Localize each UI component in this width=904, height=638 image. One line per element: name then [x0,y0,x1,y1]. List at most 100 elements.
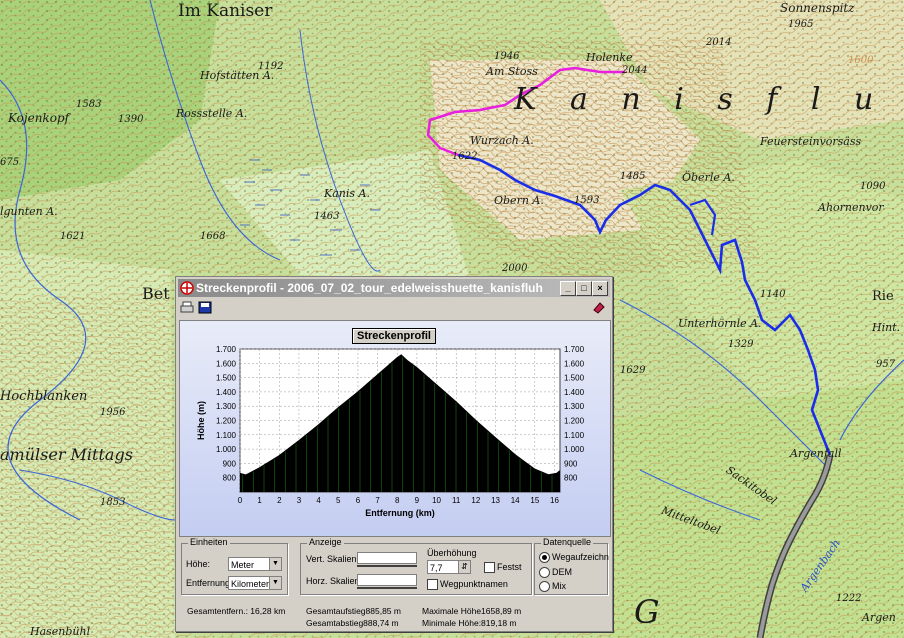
spot-height: 1192 [258,61,284,72]
y-tick-label-right: 1.200 [564,417,585,426]
map-label-hasenbuehl: Hasenbühl [30,625,91,638]
x-tick-label: 8 [395,496,400,505]
y-tick-label-left: 1.200 [216,417,237,426]
close-button[interactable]: × [592,281,608,296]
map-label-ried: Rie [872,289,894,304]
y-tick-label-left: 1.700 [216,345,237,354]
map-label-argen: Argen [862,611,896,624]
y-tick-label-right: 800 [564,474,578,483]
x-tick-label: 15 [530,496,539,505]
min-height: Minimale Höhe:819,18 m [422,618,517,628]
waypoint-names-label: Wegpunktnamen [440,579,508,589]
radio-track[interactable] [539,552,550,563]
spinner-icon[interactable]: ⇵ [458,561,470,573]
exaggeration-value: 7,7 [430,563,443,573]
vert-scale-track [357,565,417,567]
height-label: Höhe: [186,559,211,569]
x-axis-label: Entfernung (km) [365,508,435,518]
vert-scale-slider[interactable] [357,552,417,564]
save-icon[interactable] [198,301,212,314]
horz-scale-slider[interactable] [357,574,417,586]
profile-window[interactable]: Streckenprofil - 2006_07_02_tour_edelwei… [175,276,613,632]
x-tick-label: 3 [297,496,302,505]
spot-height: 957 [876,359,896,370]
map-label-kanis-a: Kanis A. [324,187,370,200]
x-tick-label: 7 [375,496,380,505]
spot-height: 1622 [452,151,478,162]
x-tick-label: 5 [336,496,341,505]
y-tick-label-left: 900 [223,459,237,468]
spot-height: 1583 [76,99,102,110]
units-legend: Einheiten [188,537,230,547]
spot-height: 1946 [494,51,520,62]
x-tick-label: 11 [452,496,461,505]
x-tick-label: 13 [491,496,500,505]
total-descent: Gesamtabstieg888,74 m [306,618,399,628]
spot-height: 1668 [200,231,226,242]
exaggeration-input[interactable]: 7,7 ⇵ [427,560,471,574]
y-tick-label-right: 1.000 [564,445,585,454]
map-label-g: G [634,593,672,631]
eraser-icon[interactable] [592,301,606,314]
waypoint-names-checkbox[interactable] [427,579,438,590]
toolbar [178,299,610,317]
distance-unit-select[interactable]: Kilometer ▼ [228,576,282,590]
radio-dem[interactable] [539,567,550,578]
x-tick-label: 0 [238,496,243,505]
max-height: Maximale Höhe1658,89 m [422,606,522,616]
height-unit-value: Meter [231,560,255,570]
spot-height: 2044 [622,65,648,76]
spot-height: 1390 [118,114,144,125]
y-tick-label-left: 1.000 [216,445,237,454]
display-legend: Anzeige [307,537,344,547]
y-tick-label-left: 1.100 [216,431,237,440]
chart-canvas: 800 800 900 900 1.000 1.000 1.100 1.100 1.200 1.2… [196,345,585,518]
y-tick-label-left: 1.600 [216,359,237,368]
elevation-chart: 800 800 900 900 1.000 1.000 1.100 1.100 1.200 1.2… [179,320,611,537]
x-tick-label: 1 [257,496,262,505]
maximize-button[interactable]: □ [576,281,592,296]
x-tick-label: 14 [511,496,520,505]
y-tick-label-right: 1.700 [564,345,585,354]
map-label-gunten: lgunten A. [0,205,58,218]
horz-scale-label: Horz. Skalien [306,576,360,586]
spot-height: 1463 [314,211,340,222]
chart-title-button[interactable]: Streckenprofil [352,328,436,344]
height-unit-select[interactable]: Meter ▼ [228,557,282,571]
spot-height: 1140 [760,289,786,300]
map-label-hint: Hint. [872,321,901,334]
spot-height: 1965 [788,19,814,30]
y-tick-label-left: 1.400 [216,388,237,397]
chevron-down-icon: ▼ [269,577,281,589]
fixed-label: Festst [497,562,522,572]
y-tick-label-right: 1.400 [564,388,585,397]
map-label-wurzach: Wurzach A. [470,134,534,147]
total-ascent: Gesamtaufstieg885,85 m [306,606,401,616]
spot-height: 1593 [574,195,600,206]
map-label-mittags: amülser Mittags [0,445,133,464]
spot-height: 1329 [728,339,754,350]
map-label-obern: Obern A. [494,194,544,207]
total-distance: Gesamtentfern.: 16,28 km [187,606,286,616]
window-title: Streckenprofil - 2006_07_02_tour_edelwei… [196,281,543,295]
spot-height: 1222 [836,593,862,604]
x-tick-label: 2 [277,496,282,505]
title-bar[interactable]: Streckenprofil - 2006_07_02_tour_edelwei… [178,279,610,297]
y-tick-label-right: 900 [564,459,578,468]
y-tick-label-right: 1.300 [564,402,585,411]
exaggeration-label: Überhöhung [427,548,477,558]
map-label-feuersteinvorsass: Feuersteinvorsäss [760,135,862,148]
map-label-unterhoernle: Unterhörnle A. [678,317,762,330]
radio-track-label: Wegaufzeichn [552,552,609,562]
horz-scale-track [357,587,417,589]
radio-mix[interactable] [539,581,550,592]
y-tick-label-right: 1.100 [564,431,585,440]
x-tick-label: 6 [356,496,361,505]
y-axis-label: Höhe (m) [196,401,206,440]
fixed-checkbox[interactable] [484,562,495,573]
spot-height: 1600 [848,55,874,66]
print-icon[interactable] [180,301,194,314]
x-tick-label: 10 [432,496,441,505]
map-label-bet: Bet [142,284,170,303]
minimize-button[interactable]: _ [560,281,576,296]
